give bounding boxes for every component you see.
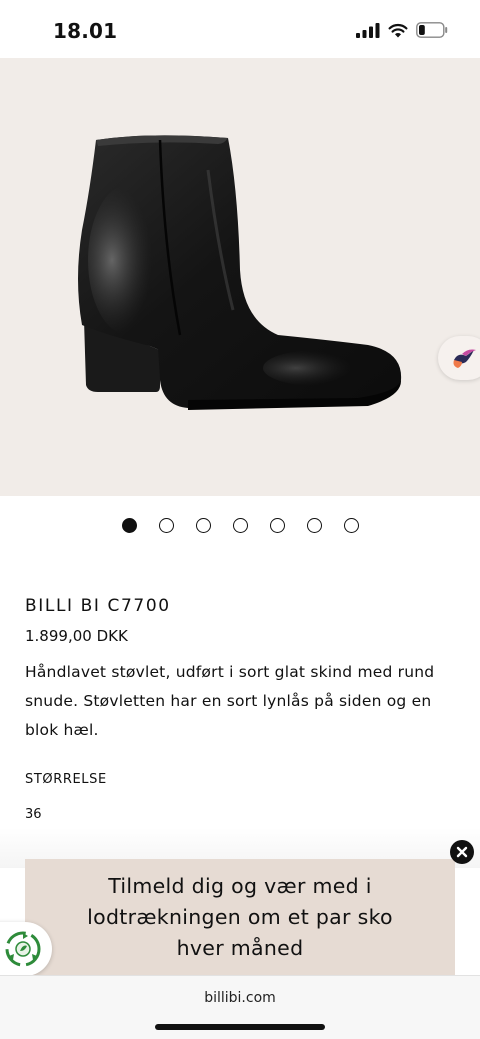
newsletter-signup-banner[interactable]: Tilmeld dig og vær med i lodtrækningen o…: [25, 859, 455, 975]
side-widget-logo-button[interactable]: [438, 336, 480, 380]
gallery-dot-5[interactable]: [269, 518, 285, 533]
wifi-icon: [388, 23, 408, 37]
url-text[interactable]: billibi.com: [0, 990, 480, 1006]
gallery-dot-4[interactable]: [232, 518, 248, 533]
gallery-dot-6[interactable]: [306, 518, 322, 533]
gallery-dot-3[interactable]: [195, 518, 211, 533]
close-icon: [456, 846, 468, 858]
status-icons: [356, 22, 448, 38]
recycle-leaf-icon: [5, 931, 41, 967]
eco-recycle-badge[interactable]: [0, 922, 52, 976]
hummingbird-logo-icon: [453, 349, 476, 368]
home-indicator[interactable]: [155, 1024, 325, 1030]
product-price: 1.899,00 DKK: [25, 627, 128, 645]
status-bar: 18.01: [0, 0, 480, 58]
status-time: 18.01: [53, 19, 118, 43]
banner-close-button[interactable]: [450, 840, 474, 864]
product-image-boot: [78, 135, 402, 410]
gallery-dot-2[interactable]: [158, 518, 174, 533]
gallery-dot-1[interactable]: [121, 518, 137, 533]
product-info: BILLI BI C7700 1.899,00 DKK Håndlavet st…: [25, 596, 465, 745]
product-description: Håndlavet støvlet, udført i sort glat sk…: [25, 663, 435, 739]
battery-icon: [416, 22, 448, 38]
cellular-signal-icon: [356, 22, 380, 38]
browser-address-bar[interactable]: billibi.com: [0, 975, 480, 1039]
banner-text: Tilmeld dig og vær med i lodtrækningen o…: [87, 873, 393, 960]
size-label: STØRRELSE: [25, 772, 107, 787]
gallery-pagination-dots: [0, 518, 480, 533]
gallery-dot-7[interactable]: [343, 518, 359, 533]
product-image-gallery[interactable]: [0, 58, 480, 496]
size-option-36[interactable]: 36: [25, 807, 42, 822]
product-title: BILLI BI C7700: [25, 596, 171, 616]
